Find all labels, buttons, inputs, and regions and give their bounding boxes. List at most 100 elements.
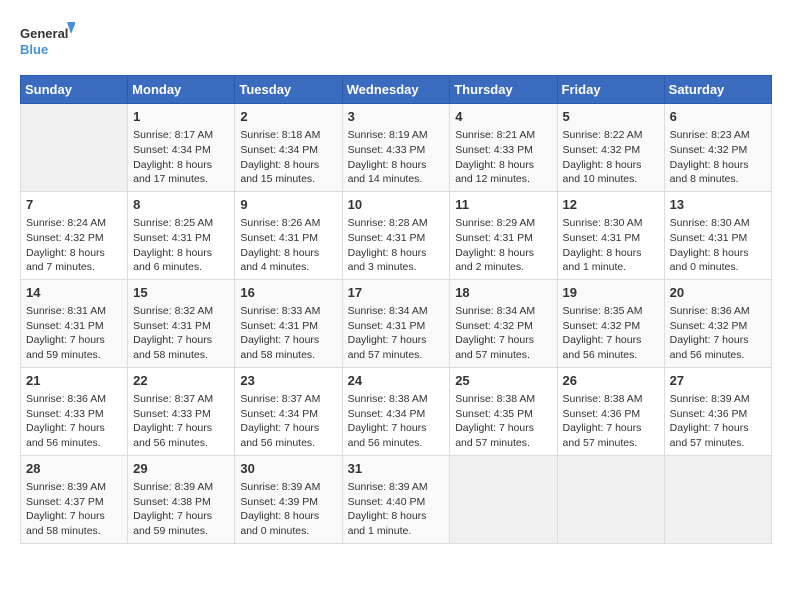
calendar-cell: 20 Sunrise: 8:36 AM Sunset: 4:32 PM Dayli…: [664, 279, 771, 367]
calendar-cell: 21 Sunrise: 8:36 AM Sunset: 4:33 PM Dayli…: [21, 367, 128, 455]
day-info: Sunrise: 8:32 AM Sunset: 4:31 PM Dayligh…: [133, 304, 229, 363]
day-number: 2: [240, 108, 336, 126]
calendar-cell: 9 Sunrise: 8:26 AM Sunset: 4:31 PM Daylig…: [235, 191, 342, 279]
day-number: 29: [133, 460, 229, 478]
day-info: Sunrise: 8:17 AM Sunset: 4:34 PM Dayligh…: [133, 128, 229, 187]
day-info: Sunrise: 8:19 AM Sunset: 4:33 PM Dayligh…: [348, 128, 445, 187]
calendar-cell: 27 Sunrise: 8:39 AM Sunset: 4:36 PM Dayli…: [664, 367, 771, 455]
calendar-week-row: 14Sunrise: 8:31 AM Sunset: 4:31 PM Dayli…: [21, 279, 772, 367]
day-info: Sunrise: 8:39 AM Sunset: 4:39 PM Dayligh…: [240, 480, 336, 539]
day-number: 23: [240, 372, 336, 390]
day-info: Sunrise: 8:33 AM Sunset: 4:31 PM Dayligh…: [240, 304, 336, 363]
day-number: 9: [240, 196, 336, 214]
calendar-cell: 2 Sunrise: 8:18 AM Sunset: 4:34 PM Daylig…: [235, 104, 342, 192]
day-number: 8: [133, 196, 229, 214]
day-number: 21: [26, 372, 122, 390]
logo: General Blue: [20, 20, 75, 65]
day-info: Sunrise: 8:37 AM Sunset: 4:33 PM Dayligh…: [133, 392, 229, 451]
calendar-cell: 14Sunrise: 8:31 AM Sunset: 4:31 PM Dayli…: [21, 279, 128, 367]
day-info: Sunrise: 8:38 AM Sunset: 4:36 PM Dayligh…: [563, 392, 659, 451]
calendar-cell: 22 Sunrise: 8:37 AM Sunset: 4:33 PM Dayli…: [128, 367, 235, 455]
day-number: 10: [348, 196, 445, 214]
day-number: 1: [133, 108, 229, 126]
day-number: 4: [455, 108, 551, 126]
day-number: 30: [240, 460, 336, 478]
day-info: Sunrise: 8:38 AM Sunset: 4:35 PM Dayligh…: [455, 392, 551, 451]
calendar-table: SundayMondayTuesdayWednesdayThursdayFrid…: [20, 75, 772, 544]
day-info: Sunrise: 8:34 AM Sunset: 4:31 PM Dayligh…: [348, 304, 445, 363]
day-number: 13: [670, 196, 766, 214]
weekday-header: Monday: [128, 76, 235, 104]
day-number: 19: [563, 284, 659, 302]
day-number: 7: [26, 196, 122, 214]
weekday-header: Wednesday: [342, 76, 450, 104]
day-number: 28: [26, 460, 122, 478]
calendar-cell: 24Sunrise: 8:38 AM Sunset: 4:34 PM Dayli…: [342, 367, 450, 455]
day-number: 18: [455, 284, 551, 302]
day-number: 16: [240, 284, 336, 302]
day-number: 6: [670, 108, 766, 126]
weekday-header: Saturday: [664, 76, 771, 104]
day-info: Sunrise: 8:21 AM Sunset: 4:33 PM Dayligh…: [455, 128, 551, 187]
day-number: 14: [26, 284, 122, 302]
day-info: Sunrise: 8:23 AM Sunset: 4:32 PM Dayligh…: [670, 128, 766, 187]
calendar-cell: 8 Sunrise: 8:25 AM Sunset: 4:31 PM Daylig…: [128, 191, 235, 279]
day-info: Sunrise: 8:18 AM Sunset: 4:34 PM Dayligh…: [240, 128, 336, 187]
calendar-cell: 7 Sunrise: 8:24 AM Sunset: 4:32 PM Daylig…: [21, 191, 128, 279]
day-info: Sunrise: 8:30 AM Sunset: 4:31 PM Dayligh…: [670, 216, 766, 275]
day-number: 17: [348, 284, 445, 302]
calendar-cell: 16 Sunrise: 8:33 AM Sunset: 4:31 PM Dayli…: [235, 279, 342, 367]
day-number: 25: [455, 372, 551, 390]
svg-text:Blue: Blue: [20, 42, 48, 57]
calendar-cell: 26 Sunrise: 8:38 AM Sunset: 4:36 PM Dayli…: [557, 367, 664, 455]
calendar-cell: 3 Sunrise: 8:19 AM Sunset: 4:33 PM Daylig…: [342, 104, 450, 192]
calendar-cell: 12Sunrise: 8:30 AM Sunset: 4:31 PM Dayli…: [557, 191, 664, 279]
calendar-cell: 5Sunrise: 8:22 AM Sunset: 4:32 PM Daylig…: [557, 104, 664, 192]
calendar-week-row: 7 Sunrise: 8:24 AM Sunset: 4:32 PM Daylig…: [21, 191, 772, 279]
day-info: Sunrise: 8:28 AM Sunset: 4:31 PM Dayligh…: [348, 216, 445, 275]
calendar-cell: 28 Sunrise: 8:39 AM Sunset: 4:37 PM Dayli…: [21, 455, 128, 543]
calendar-cell: [450, 455, 557, 543]
day-info: Sunrise: 8:25 AM Sunset: 4:31 PM Dayligh…: [133, 216, 229, 275]
weekday-header: Friday: [557, 76, 664, 104]
day-info: Sunrise: 8:37 AM Sunset: 4:34 PM Dayligh…: [240, 392, 336, 451]
calendar-cell: 29Sunrise: 8:39 AM Sunset: 4:38 PM Dayli…: [128, 455, 235, 543]
day-info: Sunrise: 8:39 AM Sunset: 4:36 PM Dayligh…: [670, 392, 766, 451]
page-header: General Blue: [20, 20, 772, 65]
calendar-cell: 1 Sunrise: 8:17 AM Sunset: 4:34 PM Daylig…: [128, 104, 235, 192]
calendar-cell: 11 Sunrise: 8:29 AM Sunset: 4:31 PM Dayli…: [450, 191, 557, 279]
day-info: Sunrise: 8:39 AM Sunset: 4:37 PM Dayligh…: [26, 480, 122, 539]
weekday-header: Sunday: [21, 76, 128, 104]
day-info: Sunrise: 8:26 AM Sunset: 4:31 PM Dayligh…: [240, 216, 336, 275]
day-info: Sunrise: 8:35 AM Sunset: 4:32 PM Dayligh…: [563, 304, 659, 363]
day-number: 15: [133, 284, 229, 302]
day-info: Sunrise: 8:24 AM Sunset: 4:32 PM Dayligh…: [26, 216, 122, 275]
calendar-cell: [664, 455, 771, 543]
calendar-cell: 31Sunrise: 8:39 AM Sunset: 4:40 PM Dayli…: [342, 455, 450, 543]
day-number: 20: [670, 284, 766, 302]
day-number: 12: [563, 196, 659, 214]
calendar-cell: 19 Sunrise: 8:35 AM Sunset: 4:32 PM Dayli…: [557, 279, 664, 367]
day-number: 22: [133, 372, 229, 390]
calendar-week-row: 1 Sunrise: 8:17 AM Sunset: 4:34 PM Daylig…: [21, 104, 772, 192]
day-info: Sunrise: 8:29 AM Sunset: 4:31 PM Dayligh…: [455, 216, 551, 275]
svg-text:General: General: [20, 26, 68, 41]
day-number: 11: [455, 196, 551, 214]
calendar-cell: [21, 104, 128, 192]
calendar-cell: 4 Sunrise: 8:21 AM Sunset: 4:33 PM Daylig…: [450, 104, 557, 192]
day-number: 24: [348, 372, 445, 390]
calendar-cell: 13 Sunrise: 8:30 AM Sunset: 4:31 PM Dayli…: [664, 191, 771, 279]
calendar-cell: 17 Sunrise: 8:34 AM Sunset: 4:31 PM Dayli…: [342, 279, 450, 367]
calendar-week-row: 28 Sunrise: 8:39 AM Sunset: 4:37 PM Dayli…: [21, 455, 772, 543]
day-info: Sunrise: 8:34 AM Sunset: 4:32 PM Dayligh…: [455, 304, 551, 363]
day-info: Sunrise: 8:36 AM Sunset: 4:32 PM Dayligh…: [670, 304, 766, 363]
weekday-header: Thursday: [450, 76, 557, 104]
calendar-cell: 6 Sunrise: 8:23 AM Sunset: 4:32 PM Daylig…: [664, 104, 771, 192]
calendar-cell: 30 Sunrise: 8:39 AM Sunset: 4:39 PM Dayli…: [235, 455, 342, 543]
day-number: 3: [348, 108, 445, 126]
day-number: 27: [670, 372, 766, 390]
day-info: Sunrise: 8:22 AM Sunset: 4:32 PM Dayligh…: [563, 128, 659, 187]
day-info: Sunrise: 8:36 AM Sunset: 4:33 PM Dayligh…: [26, 392, 122, 451]
calendar-cell: 23 Sunrise: 8:37 AM Sunset: 4:34 PM Dayli…: [235, 367, 342, 455]
day-number: 26: [563, 372, 659, 390]
